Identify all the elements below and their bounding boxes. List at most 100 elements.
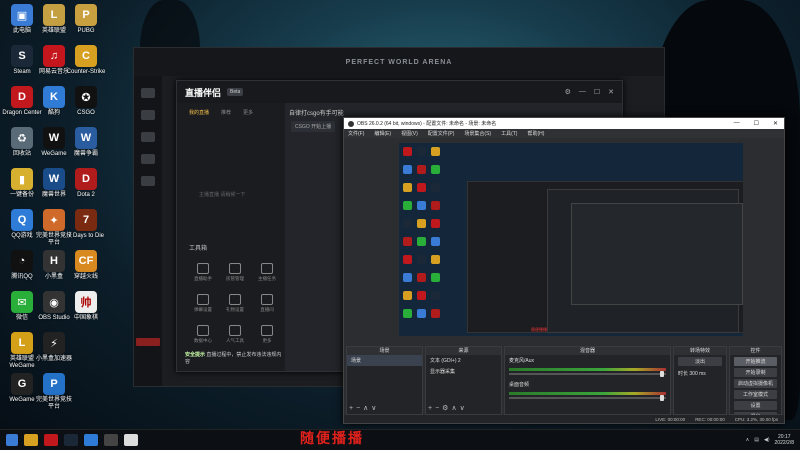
desktop-icon[interactable]: D Dota 2	[66, 168, 106, 199]
desktop-icon[interactable]: ⚡ 小黑盒加速器	[34, 332, 74, 363]
preview-text-source: 随便播播	[531, 327, 547, 332]
volume-slider[interactable]	[509, 371, 666, 377]
tool-item[interactable]: 数据中心	[187, 325, 219, 344]
source-controls[interactable]: +−⚙∧∨	[428, 404, 468, 412]
control-button[interactable]: 开始录制	[734, 368, 777, 377]
close-icon[interactable]: ✕	[608, 88, 614, 96]
source-item[interactable]: 文本 (GDI+) 2	[426, 355, 501, 366]
settings-icon[interactable]: ⚙	[565, 88, 571, 96]
nav-icon[interactable]	[141, 132, 155, 142]
mixer-channel-name: 麦克风/Aux	[509, 358, 535, 364]
preview-desktop-icon	[403, 273, 412, 282]
preview-desktop-icon	[403, 147, 412, 156]
obs-menu-item[interactable]: 工具(T)	[501, 130, 517, 137]
tray-chevron-icon[interactable]: ∧	[746, 437, 750, 443]
preview-desktop-icon	[417, 201, 426, 210]
taskbar-app-icon[interactable]	[24, 434, 38, 446]
desktop-icon[interactable]: W 魔兽争霸	[66, 127, 106, 158]
obs-menu-item[interactable]: 编辑(E)	[374, 130, 391, 137]
network-icon[interactable]: ▤	[754, 437, 759, 443]
volume-slider[interactable]	[509, 395, 666, 401]
start-icon[interactable]	[6, 434, 18, 446]
preview-desktop-icon	[417, 183, 426, 192]
audio-meter	[509, 368, 666, 371]
desktop-icon[interactable]: 7 7 Days to Die	[66, 209, 106, 240]
tool-item[interactable]: 更多	[251, 325, 283, 344]
source-item[interactable]: 显示器采集	[426, 366, 501, 377]
companion-tab-2[interactable]: 更多	[243, 109, 253, 116]
obs-logo-icon	[348, 120, 354, 127]
obs-menu-item[interactable]: 配置文件(P)	[428, 130, 455, 137]
taskbar-app-icon[interactable]	[124, 434, 138, 446]
tool-icon	[197, 325, 209, 336]
obs-menu-item[interactable]: 视图(V)	[401, 130, 418, 137]
preview-desktop-icon	[417, 309, 426, 318]
minimize-icon[interactable]: —	[734, 120, 740, 127]
control-button[interactable]: 开始推流	[734, 357, 777, 366]
maximize-icon[interactable]: ☐	[754, 120, 759, 127]
controls-dock: 控件 开始推流开始录制启动虚拟摄像机工作室模式设置退出	[729, 346, 782, 421]
nested-obs-inner	[571, 203, 743, 305]
client-title-bar: PERFECT WORLD ARENA	[134, 48, 664, 76]
tool-item[interactable]: 直播间	[251, 294, 283, 313]
app-icon: S	[11, 45, 33, 67]
clock[interactable]: 20:17 2022/2/8	[775, 434, 794, 446]
nav-icon[interactable]	[141, 88, 155, 98]
preview-desktop-icon	[431, 165, 440, 174]
tool-item[interactable]: 人气工具	[219, 325, 251, 344]
obs-menu-item[interactable]: 场景集合(S)	[464, 130, 491, 137]
scene-controls[interactable]: +−∧∨	[349, 404, 379, 412]
volume-icon[interactable]: ◀)	[764, 437, 770, 443]
obs-menu-item[interactable]: 帮助(H)	[527, 130, 544, 137]
app-icon: ✉	[11, 291, 33, 313]
tool-item[interactable]: 主播任务	[251, 263, 283, 282]
category-selector[interactable]: CSGO 开始上播	[291, 121, 336, 132]
desktop-icon[interactable]: ✪ CSGO	[66, 86, 106, 117]
tool-item[interactable]: 房管管理	[219, 263, 251, 282]
transition-select[interactable]: 淡出	[678, 357, 722, 366]
control-button[interactable]: 工作室模式	[734, 390, 777, 399]
app-icon: ♻	[11, 127, 33, 149]
obs-preview[interactable]: 随便播播	[399, 143, 743, 336]
taskbar-app-icon[interactable]	[84, 434, 98, 446]
client-brand: PERFECT WORLD ARENA	[345, 58, 453, 66]
duration-field[interactable]: 时长 300 ms	[674, 368, 726, 379]
minimize-icon[interactable]: —	[579, 88, 586, 96]
toolbox-title: 工具箱	[189, 246, 208, 252]
nav-icon[interactable]	[141, 154, 155, 164]
app-icon: C	[75, 45, 97, 67]
desktop-icon[interactable]: C Counter-Strike	[66, 45, 106, 76]
taskbar-app-icon[interactable]	[104, 434, 118, 446]
tool-item[interactable]: 弹幕设置	[187, 294, 219, 313]
desktop-icon-grid: ▣ 此电脑 S Steam D Dragon Center ♻ 回收站 ▮ 一键备份 Q QQ游戏 ◔ 腾…	[0, 0, 135, 430]
tool-item[interactable]: 礼物设置	[219, 294, 251, 313]
companion-tab-1[interactable]: 推荐	[221, 109, 231, 116]
app-icon: W	[75, 127, 97, 149]
nav-icon[interactable]	[141, 110, 155, 120]
app-icon: ▣	[11, 4, 33, 26]
category-value: CSGO	[295, 124, 310, 130]
taskbar-app-icon[interactable]	[44, 434, 58, 446]
desktop-icon[interactable]: 帅中国象棋	[66, 291, 106, 322]
category-button[interactable]: 开始上播	[311, 124, 331, 130]
tool-item[interactable]: 直播助手	[187, 263, 219, 282]
scene-item[interactable]: 场景	[347, 355, 422, 366]
companion-tab-0[interactable]: 我的直播	[189, 109, 209, 116]
taskbar-app-icon[interactable]	[64, 434, 78, 446]
preview-desktop-icon	[403, 309, 412, 318]
companion-header: 直播伴侣 Beta ⚙ — ☐ ✕	[177, 81, 622, 103]
control-button[interactable]: 设置	[734, 401, 777, 410]
maximize-icon[interactable]: ☐	[594, 88, 600, 96]
desktop-icon[interactable]: P PUBG	[66, 4, 106, 35]
desktop-icon[interactable]: P 完美世界竞技平台	[34, 373, 74, 411]
stream-title[interactable]: 自律打csgo有手可能	[289, 108, 344, 117]
app-icon: W	[43, 168, 65, 190]
mixer-channel-name: 桌面音频	[509, 382, 530, 388]
nav-icon[interactable]	[141, 176, 155, 186]
obs-menu-item[interactable]: 文件(F)	[348, 130, 364, 137]
desktop-icon[interactable]: CF 穿越火线	[66, 250, 106, 281]
close-icon[interactable]: ✕	[773, 120, 778, 127]
control-button[interactable]: 启动虚拟摄像机	[734, 379, 777, 388]
controls-header: 控件	[730, 347, 781, 355]
client-tag-button[interactable]	[136, 338, 160, 346]
